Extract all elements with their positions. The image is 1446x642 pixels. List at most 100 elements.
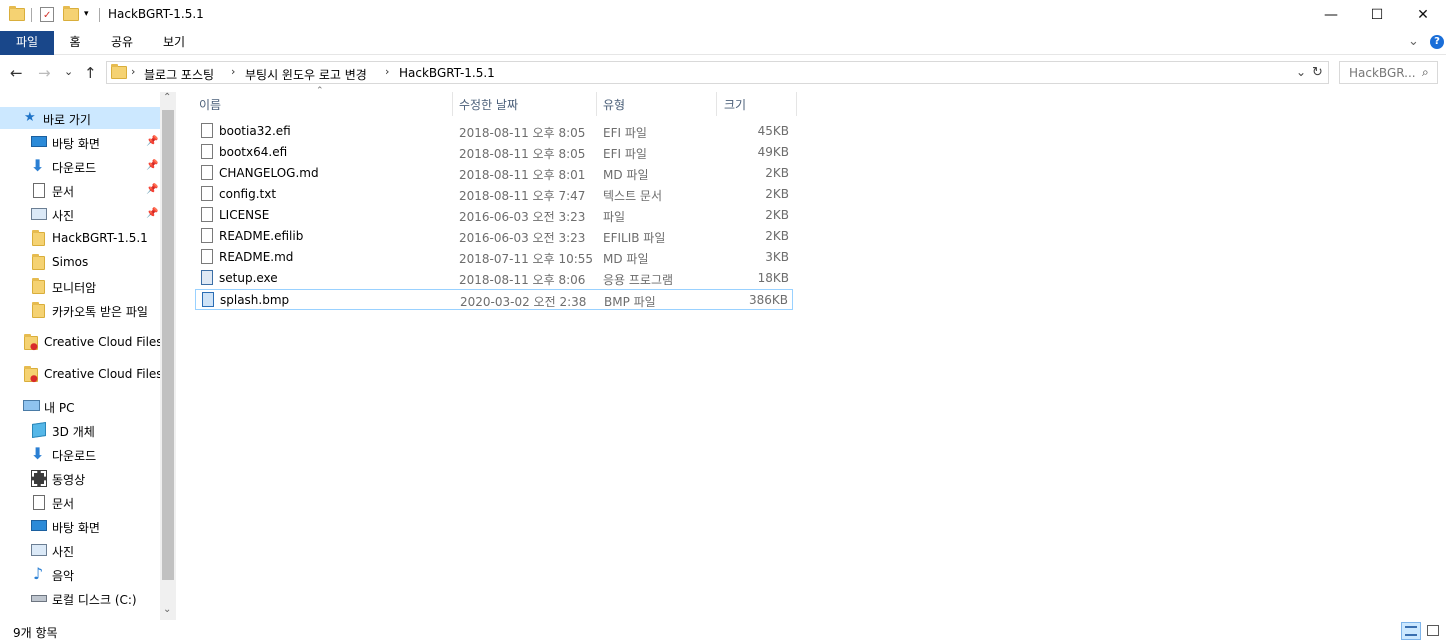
help-icon[interactable]: ?: [1430, 35, 1444, 49]
file-date: 2016-06-03 오전 3:23: [459, 231, 586, 245]
breadcrumb-separator[interactable]: ›: [231, 65, 235, 78]
scroll-up-icon[interactable]: ⌃: [163, 92, 171, 103]
expand-ribbon-icon[interactable]: ⌄: [1408, 34, 1419, 49]
document-icon: [33, 495, 45, 510]
sidebar-item-label: 바로 가기: [43, 113, 91, 127]
file-row[interactable]: bootx64.efi 2018-08-11 오후 8:05 EFI 파일 49…: [195, 142, 793, 163]
file-icon: [201, 123, 213, 138]
sidebar-item-downloads[interactable]: ⬇ 다운로드: [0, 443, 160, 465]
picture-icon: [31, 544, 47, 556]
column-header-size[interactable]: 크기: [717, 92, 797, 116]
file-row[interactable]: README.md 2018-07-11 오후 10:55 MD 파일 3KB: [195, 247, 793, 268]
file-row[interactable]: bootia32.efi 2018-08-11 오후 8:05 EFI 파일 4…: [195, 121, 793, 142]
desktop-icon: [31, 136, 47, 147]
sidebar-item-kakaotalk[interactable]: 카카오톡 받은 파일: [0, 299, 160, 321]
folder-icon: [9, 6, 25, 21]
document-icon: [33, 183, 45, 198]
scrollbar-thumb[interactable]: [162, 110, 174, 580]
sidebar-item-label: 카카오톡 받은 파일: [52, 305, 148, 319]
tab-share[interactable]: 공유: [104, 31, 140, 55]
scroll-down-icon[interactable]: ⌄: [163, 604, 171, 615]
sidebar-item-creative-cloud[interactable]: ● Creative Cloud Files: [0, 331, 163, 353]
large-icons-view-button[interactable]: [1424, 623, 1442, 639]
sidebar-item-label: 바탕 화면: [52, 521, 100, 535]
forward-button[interactable]: →: [38, 64, 51, 82]
sidebar-item-hackbgrt[interactable]: HackBGRT-1.5.1: [0, 227, 160, 249]
breadcrumb-item[interactable]: 블로그 포스팅: [144, 66, 214, 83]
sidebar-item-documents[interactable]: 문서 📌: [0, 179, 160, 201]
sidebar-item-documents[interactable]: 문서: [0, 491, 160, 513]
file-name: bootx64.efi: [219, 145, 288, 159]
bmp-icon: [202, 292, 214, 307]
maximize-button[interactable]: ☐: [1354, 0, 1400, 30]
column-header-type[interactable]: 유형: [597, 92, 717, 116]
file-row-selected[interactable]: splash.bmp 2020-03-02 오전 2:38 BMP 파일 386…: [195, 289, 793, 310]
breadcrumb-separator[interactable]: ›: [131, 65, 135, 78]
file-row[interactable]: LICENSE 2016-06-03 오전 3:23 파일 2KB: [195, 205, 793, 226]
column-header-name[interactable]: 이름: [195, 92, 453, 116]
address-bar[interactable]: › 블로그 포스팅 › 부팅시 윈도우 로고 변경 › HackBGRT-1.5…: [106, 61, 1329, 84]
details-view-button[interactable]: [1401, 622, 1421, 640]
tab-file[interactable]: 파일: [0, 31, 54, 55]
sidebar-item-monitor-arm[interactable]: 모니터암: [0, 275, 160, 297]
tab-view[interactable]: 보기: [156, 31, 192, 55]
sidebar-item-pictures[interactable]: 사진 📌: [0, 203, 160, 225]
file-row[interactable]: README.efilib 2016-06-03 오전 3:23 EFILIB …: [195, 226, 793, 247]
address-dropdown-button[interactable]: ⌄: [1296, 65, 1306, 79]
file-type: 텍스트 문서: [603, 189, 663, 203]
minimize-button[interactable]: —: [1308, 0, 1354, 30]
sidebar-item-3d-objects[interactable]: 3D 개체: [0, 419, 160, 441]
customize-quick-access-icon[interactable]: ▾: [84, 9, 89, 19]
sidebar-item-music[interactable]: ♪ 음악: [0, 563, 160, 585]
file-row[interactable]: setup.exe 2018-08-11 오후 8:06 응용 프로그램 18K…: [195, 268, 793, 289]
file-date: 2018-08-11 오후 8:05: [459, 126, 586, 140]
tab-home[interactable]: 홈: [60, 31, 90, 55]
column-header-date[interactable]: 수정한 날짜: [453, 92, 597, 116]
breadcrumb-item[interactable]: HackBGRT-1.5.1: [399, 66, 495, 80]
download-icon: ⬇: [31, 156, 45, 175]
sidebar-item-label: 음악: [52, 569, 75, 583]
file-row[interactable]: CHANGELOG.md 2018-08-11 오후 8:01 MD 파일 2K…: [195, 163, 793, 184]
sidebar-item-simos[interactable]: Simos: [0, 251, 160, 273]
file-date: 2016-06-03 오전 3:23: [459, 210, 586, 224]
file-size: 49KB: [757, 145, 789, 159]
properties-icon[interactable]: ✓: [40, 7, 54, 22]
file-name: setup.exe: [219, 271, 278, 285]
sidebar-item-local-disk-c[interactable]: 로컬 디스크 (C:): [0, 587, 160, 609]
new-folder-icon[interactable]: [63, 6, 79, 21]
sidebar-item-label: Simos: [52, 255, 89, 269]
file-icon: [201, 207, 213, 222]
sidebar-item-label: 문서: [52, 185, 75, 199]
sidebar-item-desktop[interactable]: 바탕 화면 📌: [0, 131, 160, 153]
file-date: 2018-07-11 오후 10:55: [459, 252, 594, 266]
sidebar-scrollbar[interactable]: ⌃ ⌄: [160, 92, 176, 620]
sidebar-item-quick-access[interactable]: ★ 바로 가기: [0, 107, 160, 129]
file-date: 2020-03-02 오전 2:38: [460, 295, 587, 309]
sidebar-item-downloads[interactable]: ⬇ 다운로드 📌: [0, 155, 160, 177]
back-button[interactable]: ←: [10, 64, 23, 82]
computer-icon: [23, 400, 40, 411]
title-bar: ✓ ▾ HackBGRT-1.5.1 — ☐ ✕: [0, 0, 1446, 31]
sidebar-item-videos[interactable]: 동영상: [0, 467, 160, 489]
file-size: 45KB: [757, 124, 789, 138]
breadcrumb-item[interactable]: 부팅시 윈도우 로고 변경: [245, 66, 367, 83]
sidebar-item-label: 다운로드: [52, 449, 97, 463]
search-input[interactable]: HackBGR... ⌕: [1339, 61, 1438, 84]
file-icon: [201, 144, 213, 159]
sidebar-item-creative-cloud[interactable]: ● Creative Cloud Files: [0, 363, 163, 385]
file-row[interactable]: config.txt 2018-08-11 오후 7:47 텍스트 문서 2KB: [195, 184, 793, 205]
search-placeholder: HackBGR...: [1349, 66, 1416, 80]
up-button[interactable]: ↑: [84, 64, 97, 82]
navigation-pane: ★ 바로 가기 바탕 화면 📌 ⬇ 다운로드 📌 문서 📌 사진 📌 HackB…: [0, 92, 176, 620]
sidebar-item-this-pc[interactable]: 내 PC: [0, 395, 160, 417]
breadcrumb-separator[interactable]: ›: [385, 65, 389, 78]
close-button[interactable]: ✕: [1400, 0, 1446, 30]
sidebar-item-pictures[interactable]: 사진: [0, 539, 160, 561]
item-count: 9개 항목: [13, 626, 58, 640]
large-icons-view-icon: [1427, 625, 1439, 636]
recent-locations-button[interactable]: ⌄: [64, 65, 73, 78]
sidebar-item-desktop[interactable]: 바탕 화면: [0, 515, 160, 537]
file-name: CHANGELOG.md: [219, 166, 319, 180]
refresh-button[interactable]: ↻: [1312, 65, 1323, 80]
file-icon: [201, 228, 213, 243]
